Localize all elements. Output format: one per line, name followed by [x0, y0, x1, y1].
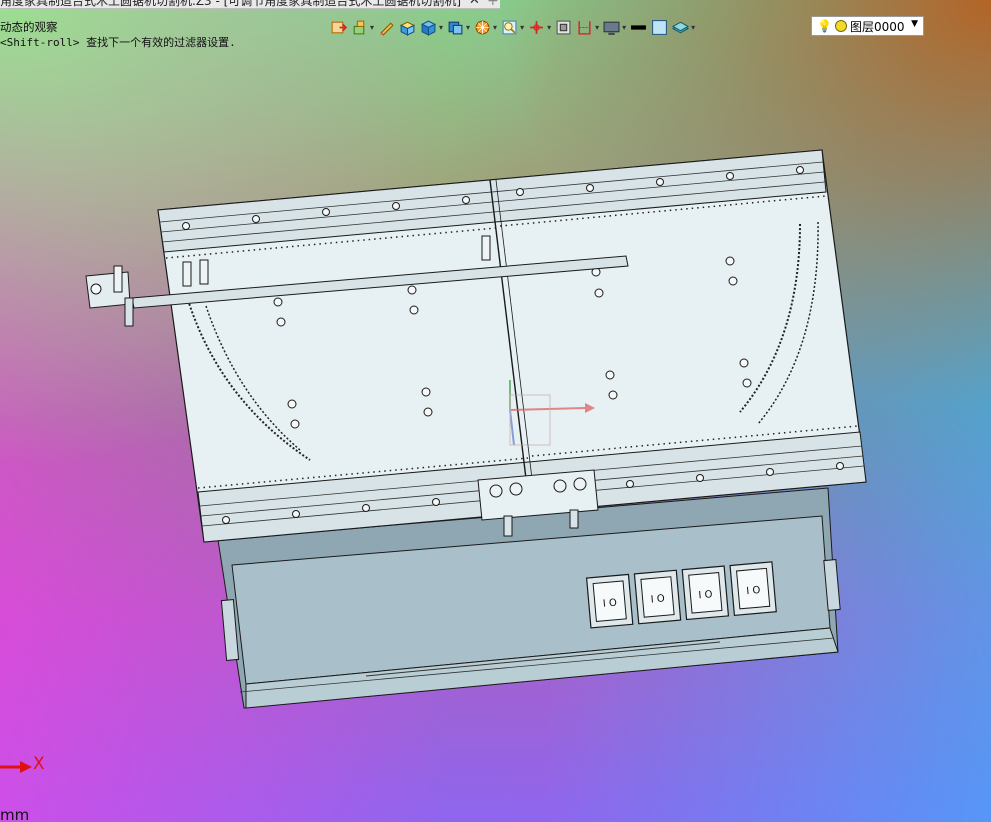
- graphics-viewport[interactable]: I O I O I O I O 角度家具制造台式木工圆锯机切割机.Z3 - [可…: [0, 0, 991, 822]
- cad-model-table-saw[interactable]: I O I O I O I O: [0, 0, 991, 822]
- close-tab-icon[interactable]: ✕: [469, 0, 480, 8]
- command-prompt-title: 动态的观察: [0, 20, 58, 34]
- document-tab[interactable]: 角度家具制造台式木工圆锯机切割机.Z3 - [可调节角度家具制造台式木工圆锯机切…: [0, 0, 500, 9]
- pencil-icon[interactable]: [378, 17, 395, 37]
- document-tab-title: 角度家具制造台式木工圆锯机切割机.Z3 - [可调节角度家具制造台式木工圆锯机切…: [0, 0, 461, 8]
- x-axis-label: X: [33, 754, 45, 774]
- view-toolbar: ▾ ▾ ▾ ▾ ▾ ▾ ▾ ▾ ▾: [330, 16, 699, 38]
- display-icon[interactable]: ▾: [603, 17, 626, 37]
- units-label: mm: [0, 806, 30, 822]
- render-mode-icon[interactable]: ▾: [474, 17, 497, 37]
- color-swatch-icon[interactable]: [651, 17, 668, 37]
- zoom-fit-icon[interactable]: ▾: [501, 17, 524, 37]
- svg-text:I O: I O: [746, 585, 761, 597]
- layer-select-value: 图层0000: [849, 19, 905, 34]
- lightbulb-icon: 💡: [817, 19, 832, 33]
- layer-color-icon: [834, 20, 847, 32]
- x-axis-arrow-icon: [0, 761, 32, 773]
- part-icon[interactable]: ▾: [351, 17, 374, 37]
- shaded-cube-icon[interactable]: ▾: [420, 17, 443, 37]
- svg-text:I O: I O: [602, 598, 617, 610]
- command-prompt-hint: <Shift-roll> 查找下一个有效的过滤器设置.: [0, 36, 236, 49]
- ruler-icon[interactable]: ▾: [576, 17, 599, 37]
- svg-text:I O: I O: [698, 589, 713, 601]
- chevron-down-icon: ▼: [911, 19, 918, 29]
- line-weight-icon[interactable]: [630, 17, 647, 37]
- section-view-icon[interactable]: [555, 17, 572, 37]
- new-tab-button[interactable]: +: [487, 0, 499, 8]
- view-cube-icon[interactable]: ▾: [447, 17, 470, 37]
- layer-select[interactable]: 💡 图层0000 ▼: [811, 16, 924, 36]
- layer-stack-icon[interactable]: ▾: [672, 17, 695, 37]
- box-icon[interactable]: [399, 17, 416, 37]
- axis-triad-icon[interactable]: ▾: [528, 17, 551, 37]
- svg-text:I O: I O: [650, 593, 665, 605]
- exit-sketch-icon[interactable]: [330, 17, 347, 37]
